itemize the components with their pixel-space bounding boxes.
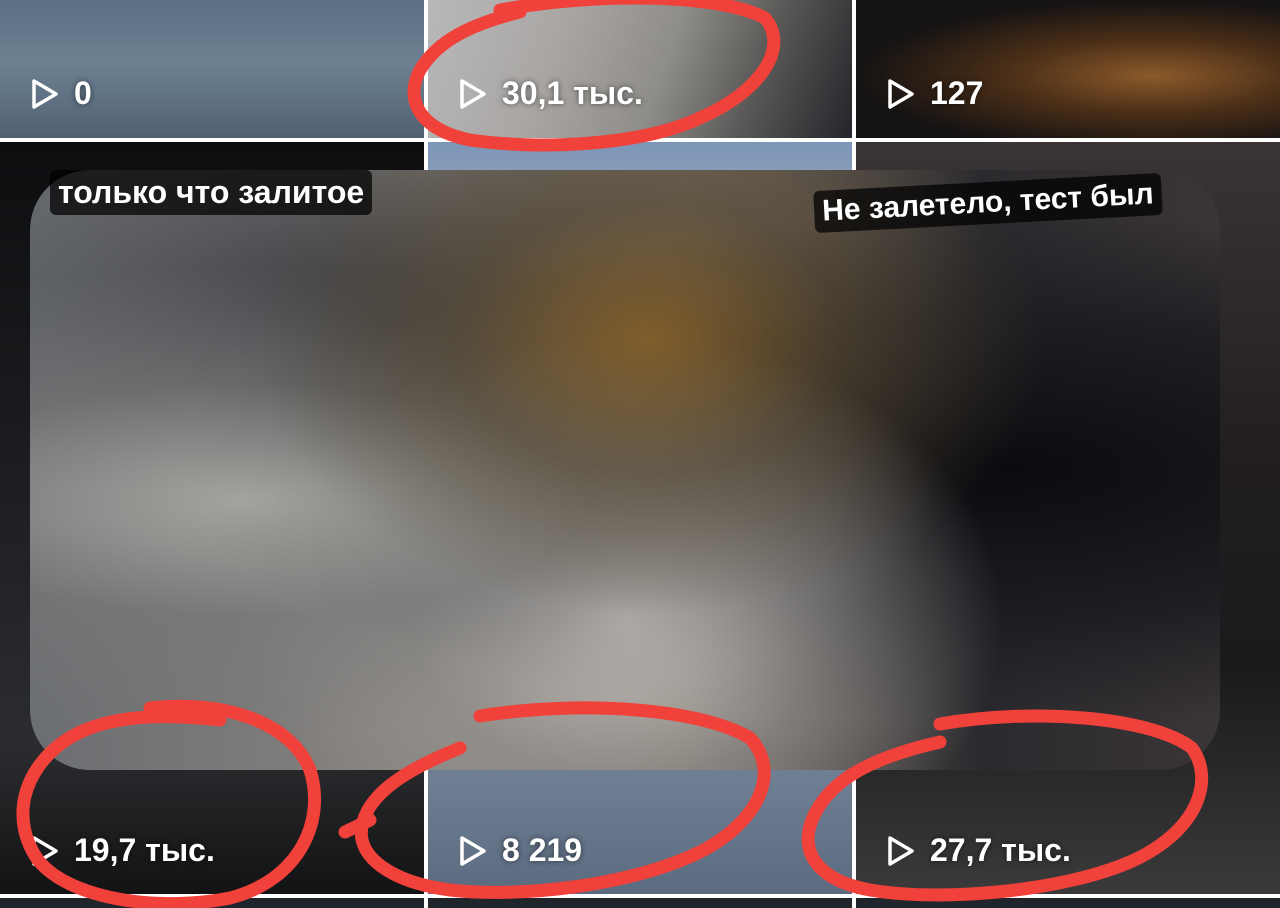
play-icon: [888, 835, 914, 866]
view-count-label: 127: [930, 75, 984, 111]
blurred-region: [30, 170, 1220, 770]
video-caption: только что залитое: [50, 170, 373, 215]
video-tile[interactable]: 0: [0, 0, 424, 138]
view-count: 127: [886, 75, 983, 112]
view-count: 19,7 тыс.: [30, 832, 215, 869]
view-count-label: 8 219: [502, 832, 583, 868]
play-icon: [32, 835, 58, 866]
view-count-label: 30,1 тыс.: [502, 75, 643, 111]
view-count: 0: [30, 75, 92, 112]
video-grid: 0 30,1 тыс. 127 19,7 тыс. 8 219 27,7 тыс…: [0, 0, 1280, 908]
play-icon: [460, 835, 486, 866]
video-tile[interactable]: 127: [856, 0, 1280, 138]
next-row-tile[interactable]: [428, 898, 852, 908]
view-count: 30,1 тыс.: [458, 75, 643, 112]
view-count-label: 19,7 тыс.: [74, 832, 215, 868]
play-icon: [460, 78, 486, 109]
view-count-label: 27,7 тыс.: [930, 832, 1071, 868]
next-row-tile[interactable]: [856, 898, 1280, 908]
play-icon: [32, 78, 58, 109]
view-count: 27,7 тыс.: [886, 832, 1071, 869]
view-count: 8 219: [458, 832, 582, 869]
play-icon: [888, 78, 914, 109]
view-count-label: 0: [74, 75, 92, 111]
next-row-tile[interactable]: [0, 898, 424, 908]
video-tile[interactable]: 30,1 тыс.: [428, 0, 852, 138]
